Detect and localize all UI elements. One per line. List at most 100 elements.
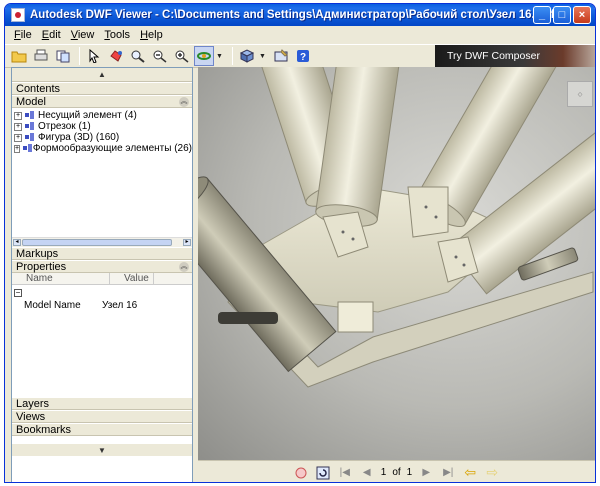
forward-arrow-icon[interactable]: ⇨ <box>484 464 500 481</box>
menu-edit-mnemonic: E <box>41 29 50 41</box>
dwf-app-icon <box>11 8 25 22</box>
shading-mode-icon[interactable] <box>237 46 257 66</box>
component-icon <box>25 111 35 120</box>
menu-file-label: ile <box>20 29 32 41</box>
tree-item[interactable]: + Формообразующие элементы (26) <box>14 143 192 154</box>
menu-file[interactable]: File <box>9 29 37 41</box>
menu-edit-label: dit <box>49 29 61 41</box>
model-header[interactable]: Model ︽ <box>12 95 192 108</box>
menu-help[interactable]: Help <box>135 29 168 41</box>
tree-horizontal-scrollbar[interactable]: ◂ ▸ <box>12 237 192 247</box>
property-value: Узел 16 <box>102 300 138 311</box>
property-row[interactable]: Model Name Узел 16 <box>12 300 192 311</box>
properties-header-label: Properties <box>16 261 67 273</box>
3d-viewport[interactable]: ◇ <box>198 67 595 460</box>
current-page[interactable]: 1 <box>381 467 387 478</box>
toolbar-separator <box>79 47 80 65</box>
app-window: Autodesk DWF Viewer - C:\Documents and S… <box>4 3 596 483</box>
try-dwf-composer-banner[interactable]: Try DWF Composer <box>435 45 595 67</box>
model-header-label: Model <box>16 96 46 108</box>
next-page-icon[interactable]: ▶ <box>418 465 434 481</box>
name-column-header[interactable]: Name <box>12 273 110 284</box>
tree-item[interactable]: + Отрезок (1) <box>14 121 192 132</box>
zoom-rectangle-icon[interactable] <box>128 46 148 66</box>
collapse-properties-icon[interactable]: ︽ <box>179 262 189 272</box>
select-pointer-icon[interactable] <box>84 46 104 66</box>
view-cube-icon[interactable]: ◇ <box>567 81 593 107</box>
print-icon[interactable] <box>31 46 51 66</box>
properties-grid: − Model Name Узел 16 <box>12 285 192 397</box>
expand-icon[interactable]: + <box>14 111 22 120</box>
property-name: Model Name <box>24 300 81 311</box>
orbit-icon[interactable] <box>194 46 214 66</box>
menu-bar: File Edit View Tools Help <box>5 26 595 44</box>
menu-view-mnemonic: V <box>70 29 78 41</box>
layers-header[interactable]: Layers <box>12 397 192 410</box>
refresh-icon[interactable] <box>315 465 331 481</box>
expand-icon[interactable]: + <box>14 122 22 131</box>
expand-icon[interactable]: + <box>14 133 22 142</box>
tree-item-label: Несущий элемент (4) <box>38 110 137 121</box>
panel-scroll-down-icon[interactable]: ▼ <box>12 444 192 456</box>
orbit-dropdown-icon[interactable]: ▼ <box>216 53 224 60</box>
back-arrow-icon[interactable]: ⇦ <box>462 464 478 481</box>
page-navigation-bar: |◀ ◀ 1 of 1 ▶ ▶| ⇦ ⇨ <box>198 460 595 482</box>
open-folder-icon[interactable] <box>9 46 29 66</box>
help-icon[interactable]: ? <box>293 46 313 66</box>
previous-page-icon[interactable]: ◀ <box>359 465 375 481</box>
total-pages: 1 <box>406 467 413 478</box>
scroll-right-icon[interactable]: ▸ <box>183 239 191 246</box>
tree-item-label: Фигура (3D) (160) <box>38 132 120 143</box>
model-render <box>198 67 595 388</box>
copy-icon[interactable] <box>53 46 73 66</box>
toolbar-separator <box>232 47 233 65</box>
model-tree: + Несущий элемент (4) + Отрезок (1) + Фи… <box>12 108 192 247</box>
expand-icon[interactable]: + <box>14 144 21 153</box>
page-of-label: of <box>392 467 401 478</box>
menu-file-mnemonic: F <box>14 29 21 41</box>
menu-tools-label: ools <box>109 29 131 41</box>
zoom-out-icon[interactable] <box>150 46 170 66</box>
minimize-button[interactable]: _ <box>533 6 551 24</box>
tree-item[interactable]: + Несущий элемент (4) <box>14 110 192 121</box>
properties-column-header: Name Value <box>12 273 192 285</box>
tree-item-label: Отрезок (1) <box>38 121 91 132</box>
menu-help-mnemonic: H <box>140 29 149 41</box>
contents-header[interactable]: Contents <box>12 82 192 95</box>
toolbar: ▼ ▼ ? Try DWF Composer <box>5 44 595 68</box>
component-icon <box>23 144 32 153</box>
markups-header[interactable]: Markups <box>12 247 192 260</box>
window-title: Autodesk DWF Viewer - C:\Documents and S… <box>30 9 555 21</box>
menu-tools[interactable]: Tools <box>99 29 135 41</box>
views-header[interactable]: Views <box>12 410 192 423</box>
tree-item[interactable]: + Фигура (3D) (160) <box>14 132 192 143</box>
pan-icon[interactable] <box>106 46 126 66</box>
maximize-button[interactable]: □ <box>553 6 571 24</box>
last-page-icon[interactable]: ▶| <box>440 465 456 481</box>
component-icon <box>25 133 35 142</box>
menu-edit[interactable]: Edit <box>37 29 66 41</box>
svg-text:?: ? <box>300 52 306 63</box>
value-column-header[interactable]: Value <box>110 273 154 284</box>
panel-scroll-up-icon[interactable]: ▲ <box>12 68 192 82</box>
properties-header[interactable]: Properties ︽ <box>12 260 192 273</box>
collapse-model-icon[interactable]: ︽ <box>179 97 189 107</box>
shading-dropdown-icon[interactable]: ▼ <box>259 53 267 60</box>
first-page-icon[interactable]: |◀ <box>337 465 353 481</box>
settings-icon[interactable] <box>271 46 291 66</box>
stop-icon[interactable] <box>293 465 309 481</box>
menu-view-label: iew <box>77 29 95 41</box>
scroll-left-icon[interactable]: ◂ <box>13 239 21 246</box>
zoom-in-icon[interactable] <box>172 46 192 66</box>
tree-item-label: Формообразующие элементы (26) <box>32 143 192 154</box>
collapse-group-icon[interactable]: − <box>14 289 22 297</box>
close-button[interactable]: × <box>573 6 591 24</box>
menu-view[interactable]: View <box>66 29 100 41</box>
panel-filler <box>12 436 192 444</box>
navigation-panel: ▲ Contents Model ︽ + Несущий элемент (4)… <box>11 67 193 482</box>
component-icon <box>25 122 35 131</box>
scrollbar-thumb[interactable] <box>22 239 172 246</box>
bookmarks-header[interactable]: Bookmarks <box>12 423 192 436</box>
title-bar[interactable]: Autodesk DWF Viewer - C:\Documents and S… <box>5 4 595 26</box>
menu-help-label: elp <box>148 29 163 41</box>
